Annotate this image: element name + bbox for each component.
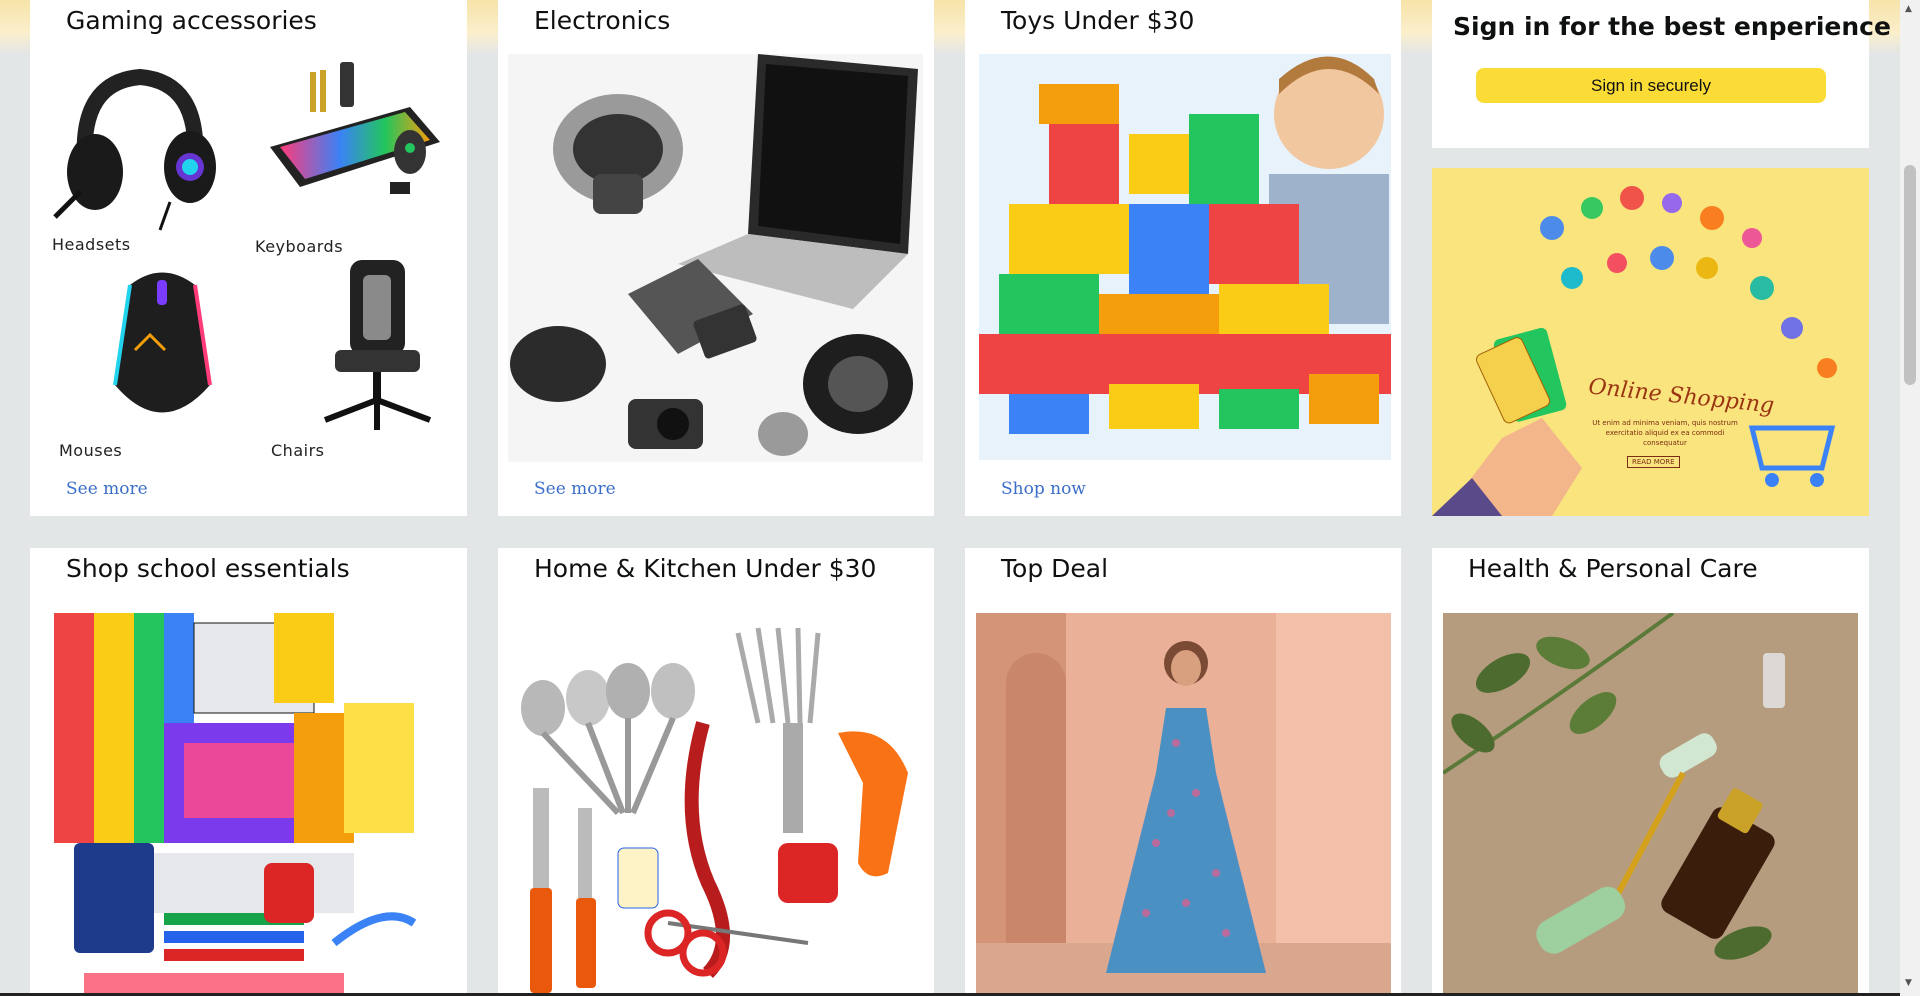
gaming-item-label: Chairs [271, 441, 325, 460]
see-more-link[interactable]: See more [534, 479, 616, 499]
keyboard-image[interactable] [260, 52, 445, 207]
card-title: Shop school essentials [66, 554, 350, 583]
card-title: Electronics [534, 6, 671, 35]
headset-image[interactable] [50, 52, 220, 232]
dress-image[interactable] [976, 613, 1391, 996]
vertical-scrollbar[interactable]: ▲ ▼ [1900, 0, 1920, 996]
see-more-link[interactable]: See more [66, 479, 148, 499]
card-toys: Toys Under $30 Shop now [965, 0, 1401, 516]
card-top-deal: Top Deal [965, 548, 1401, 996]
banner-body: Ut enim ad minima veniam, quis nostrum e… [1592, 419, 1738, 447]
card-signin: Sign in for the best enperience Sign in … [1432, 0, 1891, 148]
gaming-item-label: Keyboards [255, 237, 344, 256]
gaming-item-label: Mouses [59, 441, 123, 460]
card-title: Toys Under $30 [1001, 6, 1195, 35]
card-home-kitchen: Home & Kitchen Under $30 [498, 548, 934, 996]
card-gaming-accessories: Gaming accessories Headsets Keyboards Mo… [30, 0, 467, 516]
online-shopping-banner[interactable]: Online Shopping Ut enim ad minima veniam… [1432, 168, 1869, 516]
electronics-image[interactable] [508, 54, 923, 462]
card-electronics: Electronics See more [498, 0, 934, 516]
school-supplies-image[interactable] [54, 613, 464, 996]
sign-in-button[interactable]: Sign in securely [1476, 68, 1826, 103]
card-title: Top Deal [1001, 554, 1109, 583]
health-products-image[interactable] [1443, 613, 1858, 996]
toys-image[interactable] [979, 54, 1391, 460]
shop-now-link[interactable]: Shop now [1001, 479, 1086, 499]
scroll-down-arrow-icon[interactable]: ▼ [1905, 978, 1912, 988]
gaming-item-label: Headsets [52, 235, 131, 254]
card-title: Home & Kitchen Under $30 [534, 554, 877, 583]
kitchen-utensils-image[interactable] [508, 613, 923, 996]
card-school-essentials: Shop school essentials [30, 548, 467, 996]
signin-title: Sign in for the best enperience [1453, 12, 1891, 41]
card-title: Gaming accessories [66, 6, 317, 35]
mouse-image[interactable] [90, 255, 235, 435]
card-health-personal-care: Health & Personal Care [1432, 548, 1869, 996]
scroll-up-arrow-icon[interactable]: ▲ [1905, 4, 1912, 14]
card-title: Health & Personal Care [1468, 554, 1758, 583]
banner-read-more[interactable]: READ MORE [1627, 456, 1680, 468]
chair-image[interactable] [295, 255, 445, 440]
scroll-thumb[interactable] [1904, 165, 1916, 385]
